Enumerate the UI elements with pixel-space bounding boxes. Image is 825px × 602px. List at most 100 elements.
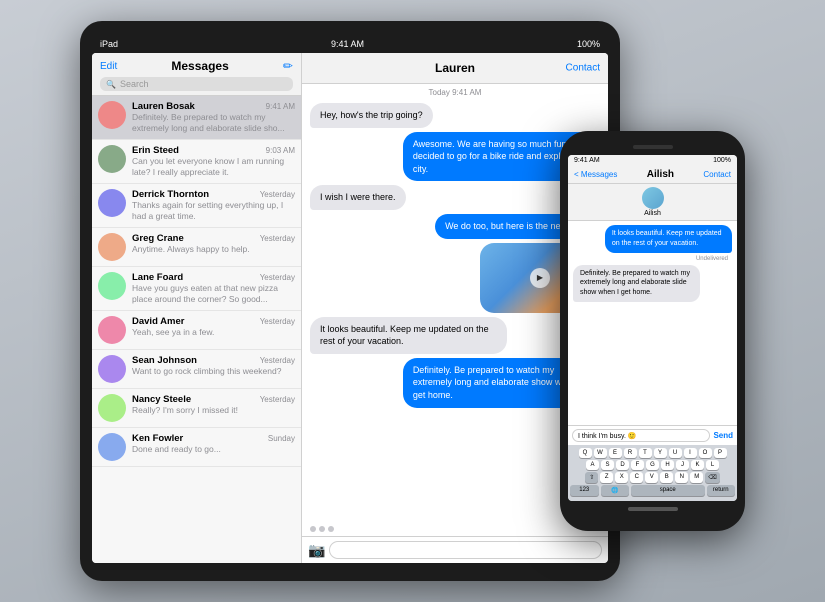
conv-name: Erin Steed bbox=[132, 145, 179, 156]
conv-time: Sunday bbox=[268, 434, 295, 443]
key-y[interactable]: Y bbox=[654, 448, 667, 458]
conversation-item[interactable]: Lane FoardYesterdayHave you guys eaten a… bbox=[92, 267, 301, 311]
key-w[interactable]: W bbox=[594, 448, 607, 458]
key-r[interactable]: R bbox=[624, 448, 637, 458]
ipad-screen: Edit Messages ✏ 🔍 Search Lauren Bosak 9:4… bbox=[92, 53, 608, 563]
key-p[interactable]: P bbox=[714, 448, 727, 458]
ipad-battery: 100% bbox=[577, 39, 600, 49]
ipad-label: iPad bbox=[100, 39, 118, 49]
iphone-contact-button[interactable]: Contact bbox=[703, 170, 731, 179]
typing-dot-3 bbox=[328, 526, 334, 532]
camera-icon[interactable]: 📷 bbox=[308, 542, 325, 559]
messages-title: Messages bbox=[171, 59, 228, 73]
key-z[interactable]: Z bbox=[600, 472, 613, 483]
iphone-avatar bbox=[642, 187, 664, 209]
iphone-contact-name: Ailish bbox=[647, 169, 674, 180]
ipad-device: iPad 9:41 AM 100% Edit Messages ✏ 🔍 Sear… bbox=[80, 21, 620, 581]
compose-button[interactable]: ✏ bbox=[283, 59, 293, 73]
key-s[interactable]: S bbox=[601, 460, 614, 470]
conv-content: Ken Fowler SundayDone and ready to go... bbox=[132, 433, 295, 455]
typing-indicator bbox=[302, 522, 608, 536]
key-d[interactable]: D bbox=[616, 460, 629, 470]
edit-button[interactable]: Edit bbox=[100, 61, 117, 72]
key-f[interactable]: F bbox=[631, 460, 644, 470]
avatar bbox=[98, 145, 126, 173]
conv-content: Lane FoardYesterdayHave you guys eaten a… bbox=[132, 272, 295, 305]
contact-button[interactable]: Contact bbox=[566, 63, 600, 74]
key-123[interactable]: 123 bbox=[570, 485, 599, 496]
conv-time: Yesterday bbox=[260, 234, 295, 243]
search-bar[interactable]: 🔍 Search bbox=[100, 77, 293, 91]
iphone-send-button[interactable]: Send bbox=[713, 431, 733, 440]
chat-bubble: It looks beautiful. Keep me updated on t… bbox=[310, 317, 507, 354]
conv-preview: Really? I'm sorry I missed it! bbox=[132, 405, 295, 416]
key-space[interactable]: space bbox=[631, 485, 705, 496]
avatar bbox=[98, 355, 126, 383]
key-m[interactable]: M bbox=[690, 472, 703, 483]
iphone-bubble: Definitely. Be prepared to watch my extr… bbox=[573, 265, 700, 302]
conversation-item[interactable]: Greg CraneYesterdayAnytime. Always happy… bbox=[92, 228, 301, 267]
key-x[interactable]: ⌫ bbox=[705, 472, 719, 483]
conv-time: 9:41 AM bbox=[266, 102, 295, 111]
conversation-item[interactable]: David AmerYesterdayYeah, see ya in a few… bbox=[92, 311, 301, 350]
avatar bbox=[98, 101, 126, 129]
conversation-item[interactable]: Erin Steed9:03 AMCan you let everyone kn… bbox=[92, 140, 301, 184]
key-return[interactable]: return bbox=[707, 485, 736, 496]
iphone-status-bar: 9:41 AM 100% bbox=[568, 155, 737, 166]
conv-content: Lauren Bosak9:41 AMDefinitely. Be prepar… bbox=[132, 101, 295, 134]
conversation-item[interactable]: Nancy SteeleYesterdayReally? I'm sorry I… bbox=[92, 389, 301, 428]
avatar bbox=[98, 433, 126, 461]
key-e[interactable]: E bbox=[609, 448, 622, 458]
key-x[interactable]: X bbox=[615, 472, 628, 483]
conversation-item[interactable]: Ken Fowler SundayDone and ready to go... bbox=[92, 428, 301, 467]
key-l[interactable]: L bbox=[706, 460, 719, 470]
key-v[interactable]: V bbox=[645, 472, 658, 483]
conv-preview: Anytime. Always happy to help. bbox=[132, 244, 295, 255]
key-u[interactable]: U bbox=[669, 448, 682, 458]
search-placeholder: Search bbox=[120, 79, 149, 89]
key-a[interactable]: A bbox=[586, 460, 599, 470]
conv-name: Lauren Bosak bbox=[132, 101, 195, 112]
keyboard-row: ASDFGHJKL bbox=[570, 460, 735, 470]
chat-bubble: I wish I were there. bbox=[310, 185, 406, 210]
key-n[interactable]: N bbox=[675, 472, 688, 483]
iphone-device: 9:41 AM 100% < Messages Ailish Contact A… bbox=[560, 131, 745, 531]
conv-name: David Amer bbox=[132, 316, 184, 327]
key-k[interactable]: K bbox=[691, 460, 704, 470]
typing-dot-2 bbox=[319, 526, 325, 532]
iphone-chat: It looks beautiful. Keep me updated on t… bbox=[568, 221, 737, 425]
conversation-item[interactable]: Lauren Bosak9:41 AMDefinitely. Be prepar… bbox=[92, 96, 301, 140]
conversation-item[interactable]: Derrick ThorntonYesterdayThanks again fo… bbox=[92, 184, 301, 228]
conv-preview: Yeah, see ya in a few. bbox=[132, 327, 295, 338]
keyboard-row: QWERTYUIOP bbox=[570, 448, 735, 458]
iphone-back-button[interactable]: < Messages bbox=[574, 170, 617, 179]
key-x[interactable]: ⇧ bbox=[585, 472, 598, 483]
conv-preview: Can you let everyone know I am running l… bbox=[132, 156, 295, 178]
conversation-item[interactable]: Sean JohnsonYesterdayWant to go rock cli… bbox=[92, 350, 301, 389]
conv-name: Ken Fowler bbox=[132, 433, 183, 444]
key-b[interactable]: B bbox=[660, 472, 673, 483]
key-q[interactable]: Q bbox=[579, 448, 592, 458]
key-h[interactable]: H bbox=[661, 460, 674, 470]
key-c[interactable]: C bbox=[630, 472, 643, 483]
avatar bbox=[98, 189, 126, 217]
play-button[interactable]: ▶ bbox=[530, 268, 550, 288]
conv-preview: Done and ready to go... bbox=[132, 444, 295, 455]
iphone-input-field[interactable] bbox=[572, 429, 710, 442]
key-g[interactable]: G bbox=[646, 460, 659, 470]
conv-content: Sean JohnsonYesterdayWant to go rock cli… bbox=[132, 355, 295, 377]
key-o[interactable]: O bbox=[699, 448, 712, 458]
iphone-nav-bar: < Messages Ailish Contact bbox=[568, 166, 737, 184]
key-xx[interactable]: 🌐 bbox=[601, 485, 630, 496]
key-j[interactable]: J bbox=[676, 460, 689, 470]
iphone-avatar-name: Ailish bbox=[644, 210, 661, 217]
key-i[interactable]: I bbox=[684, 448, 697, 458]
iphone-speaker bbox=[633, 145, 673, 149]
messages-list-panel: Edit Messages ✏ 🔍 Search Lauren Bosak 9:4… bbox=[92, 53, 302, 563]
iphone-keyboard: QWERTYUIOP ASDFGHJKL ⇧ZXCVBNM⌫ 123🌐spaceret… bbox=[568, 445, 737, 501]
avatar bbox=[98, 316, 126, 344]
chat-input-field[interactable] bbox=[329, 541, 602, 559]
conv-name: Sean Johnson bbox=[132, 355, 197, 366]
key-t[interactable]: T bbox=[639, 448, 652, 458]
keyboard-row: 123🌐spacereturn bbox=[570, 485, 735, 496]
